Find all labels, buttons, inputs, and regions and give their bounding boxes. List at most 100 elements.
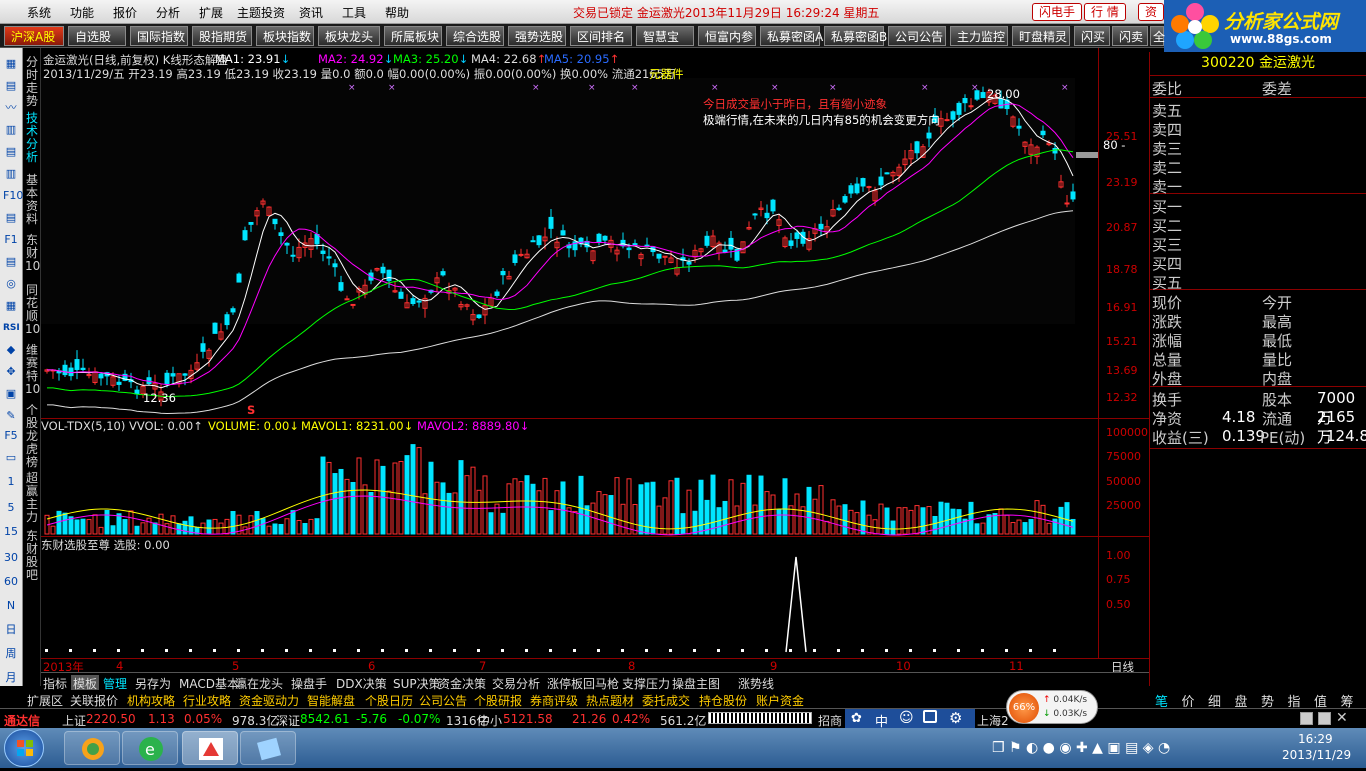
tab-composite-pick[interactable]: 综合选股 — [446, 26, 504, 46]
vtab-5[interactable]: 维赛特10 — [25, 344, 40, 396]
tab-sector-leader[interactable]: 板块龙头 — [318, 26, 380, 46]
tool-doc-icon[interactable]: ▤ — [3, 210, 19, 226]
start-button[interactable] — [4, 729, 44, 767]
ask-level-3[interactable]: 卖三 — [1152, 138, 1364, 158]
vtab-4[interactable]: 同花顺10 — [25, 284, 40, 336]
extension-tab[interactable]: 个股日历 — [365, 692, 413, 709]
tab-private-b[interactable]: 私募密函B — [824, 26, 887, 46]
tool-move-icon[interactable]: ✥ — [3, 364, 19, 380]
tab-main-monitor[interactable]: 主力监控 — [950, 26, 1008, 46]
extension-tab[interactable]: 行业攻略 — [183, 692, 231, 709]
bid-level-2[interactable]: 买二 — [1152, 215, 1364, 235]
extension-tab[interactable]: 机构攻略 — [127, 692, 175, 709]
tab-range-rank[interactable]: 区间排名 — [570, 26, 632, 46]
tab-flash-sell[interactable]: 闪卖 — [1112, 26, 1148, 46]
tool-min5-icon[interactable]: 5 — [3, 500, 19, 516]
tool-diamond-icon[interactable]: ◆ — [3, 342, 19, 358]
vtab-7[interactable]: 超赢主力 — [25, 472, 39, 524]
taskbar-app-ie[interactable]: e — [122, 731, 178, 765]
chart-area[interactable]: × × × × × × × × × × × 金运激光(日线,前复权) K线形态解盘 MA1: 23.… — [41, 48, 1149, 686]
menu-tools[interactable]: 工具 — [342, 4, 366, 21]
tool-board-icon[interactable]: ▥ — [3, 166, 19, 182]
ask-level-5[interactable]: 卖五 — [1152, 100, 1364, 120]
volume-pane[interactable]: VOL-TDX(5,10) VVOL: 0.00↑ VOLUME: 0.00↓ … — [41, 418, 1149, 537]
indicator-pane[interactable]: 东财选股至尊 选股: 0.00 1.00 0.75 0.50 — [41, 536, 1149, 659]
tool-box-icon[interactable]: ▣ — [3, 386, 19, 402]
menu-function[interactable]: 功能 — [70, 4, 94, 21]
tool-f1-icon[interactable]: F1 — [3, 232, 19, 248]
restore-icon[interactable] — [1300, 712, 1313, 725]
taskbar-app-tool[interactable] — [240, 731, 296, 765]
image-icon[interactable] — [923, 710, 937, 723]
extension-tab[interactable]: 公司公告 — [419, 692, 467, 709]
taskbar-app-tdx[interactable] — [182, 731, 238, 765]
tab-insider[interactable]: 恒富内参 — [698, 26, 756, 46]
extension-tab[interactable]: 账户资金 — [756, 692, 804, 709]
info-button[interactable]: 资 — [1138, 3, 1165, 21]
tab-watch-spirit[interactable]: 盯盘精灵 — [1012, 26, 1070, 46]
tool-min60-icon[interactable]: 60 — [3, 574, 19, 590]
tab-watchlist[interactable]: 自选股 — [68, 26, 126, 46]
extension-tab[interactable]: 关联报价 — [70, 692, 118, 709]
tool-bar-icon[interactable]: ▥ — [3, 122, 19, 138]
ask-level-1[interactable]: 卖一 — [1152, 176, 1364, 196]
ask-level-4[interactable]: 卖四 — [1152, 119, 1364, 139]
menu-extend[interactable]: 扩展 — [199, 4, 223, 21]
tool-rsi-icon[interactable]: RSI — [3, 320, 20, 336]
tab-strong-pick[interactable]: 强势选股 — [508, 26, 566, 46]
extension-tab[interactable]: 热点题材 — [586, 692, 634, 709]
tool-grid-icon[interactable]: ▦ — [3, 56, 19, 72]
extension-tab[interactable]: 券商评级 — [530, 692, 578, 709]
vtab-0[interactable]: 分时走势 — [25, 56, 39, 108]
menu-system[interactable]: 系统 — [27, 4, 51, 21]
gear-icon[interactable]: ⚙ — [949, 709, 962, 727]
extension-tab[interactable]: 持仓股份 — [699, 692, 747, 709]
tool-pen-icon[interactable]: ✎ — [3, 408, 19, 424]
ime-toolbar[interactable]: ✿ 中 ☺ ⚙ — [845, 709, 975, 730]
ticker-sz-name[interactable]: 深证 — [276, 712, 300, 729]
tab-intl-index[interactable]: 国际指数 — [130, 26, 188, 46]
tool-month-icon[interactable]: 月 — [3, 670, 19, 686]
menu-analysis[interactable]: 分析 — [156, 4, 180, 21]
tool-week-icon[interactable]: 周 — [3, 646, 19, 662]
tab-private-a[interactable]: 私募密函A — [760, 26, 823, 46]
extension-tab[interactable]: 个股研报 — [474, 692, 522, 709]
vtab-6[interactable]: 个股龙虎榜 — [25, 404, 39, 469]
close-icon[interactable]: ✕ — [1336, 710, 1348, 726]
menu-quote[interactable]: 报价 — [113, 4, 137, 21]
extension-tab[interactable]: 资金驱动力 — [239, 692, 299, 709]
paw-icon[interactable]: ✿ — [851, 711, 862, 726]
taskbar-app-qq[interactable] — [64, 731, 120, 765]
ticker-sme-name[interactable]: 中小 — [478, 712, 502, 729]
tab-sector-index[interactable]: 板块指数 — [256, 26, 314, 46]
ticker-sh-name[interactable]: 上证 — [62, 712, 86, 729]
tool-min30-icon[interactable]: 30 — [3, 550, 19, 566]
tab-announcement[interactable]: 公司公告 — [888, 26, 946, 46]
tab-wisdom[interactable]: 智慧宝 — [636, 26, 694, 46]
menu-help[interactable]: 帮助 — [385, 4, 409, 21]
tool-min1-icon[interactable]: 1 — [3, 474, 19, 490]
market-button[interactable]: 行 情 — [1084, 3, 1126, 21]
menu-news[interactable]: 资讯 — [299, 4, 323, 21]
tool-list-icon[interactable]: ▤ — [3, 78, 19, 94]
bid-level-5[interactable]: 买五 — [1152, 272, 1364, 292]
vtab-1[interactable]: 技术分析 — [25, 112, 39, 164]
tool-min15-icon[interactable]: 15 — [3, 524, 19, 540]
menu-theme-invest[interactable]: 主题投资 — [237, 4, 285, 21]
tool-table-icon[interactable]: ▤ — [3, 144, 19, 160]
tool-report-icon[interactable]: ▤ — [3, 254, 19, 270]
smiley-icon[interactable]: ☺ — [899, 710, 914, 726]
ask-level-2[interactable]: 卖二 — [1152, 157, 1364, 177]
tool-rect-icon[interactable]: ▭ — [3, 450, 19, 466]
network-speed-widget[interactable]: 66% ↑ 0.04K/s ↓ 0.03K/s — [1006, 690, 1098, 724]
tool-f10-icon[interactable]: F10 — [3, 188, 23, 204]
tab-futures[interactable]: 股指期货 — [192, 26, 252, 46]
tool-f5-icon[interactable]: F5 — [3, 428, 19, 444]
tool-n-icon[interactable]: N — [3, 598, 19, 614]
tray-icons[interactable]: ❒ ⚑ ◐ ● ◉ ✚ ▲ ▣ ▤ ◈ ◔ — [992, 740, 1170, 756]
extension-tab[interactable]: 委托成交 — [642, 692, 690, 709]
vtab-8[interactable]: 东财股吧 — [25, 530, 39, 582]
bid-level-3[interactable]: 买三 — [1152, 234, 1364, 254]
tool-day-icon[interactable]: 日 — [3, 622, 19, 638]
tool-line-icon[interactable]: 〰 — [3, 100, 19, 116]
